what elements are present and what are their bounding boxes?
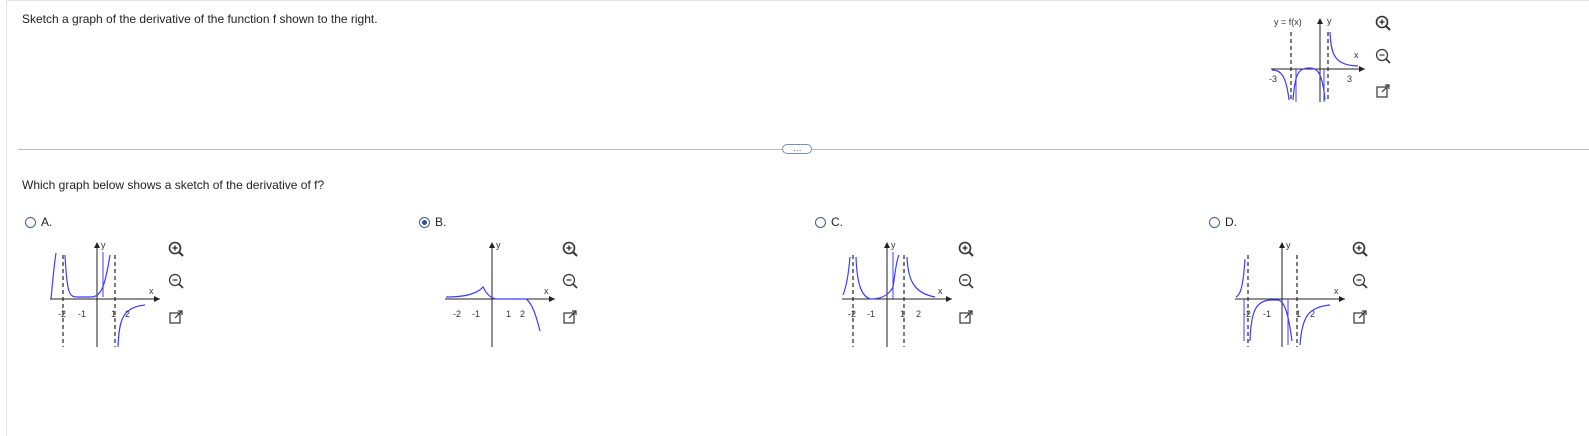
option-d-popout-icon[interactable]: [1351, 308, 1369, 326]
option-b-graph: y x -2 -1 1 2: [445, 240, 555, 347]
option-c-zoom-out-icon[interactable]: [957, 272, 975, 290]
option-a-graph: y x -2 -1 1 2: [50, 240, 160, 348]
frame-left-border: [6, 0, 7, 436]
function-graph-tick-right: 3: [1347, 74, 1352, 84]
option-b-tick-2: -1: [472, 309, 480, 319]
option-b[interactable]: B.: [419, 215, 446, 229]
question-text: Sketch a graph of the derivative of the …: [22, 12, 378, 26]
option-b-popout-icon[interactable]: [561, 308, 579, 326]
option-d-zoom-out-icon[interactable]: [1351, 272, 1369, 290]
option-c-tick-4: 2: [916, 309, 921, 319]
option-d-radio[interactable]: [1209, 216, 1220, 228]
option-a-zoom-in-icon[interactable]: [167, 240, 185, 258]
option-c[interactable]: C.: [815, 215, 843, 229]
option-b-tick-4: 2: [520, 309, 525, 319]
option-c-popout-icon[interactable]: [957, 308, 975, 326]
top-zoom-out-icon[interactable]: [1374, 47, 1392, 65]
option-b-x-label: x: [544, 286, 549, 296]
frame-top-border: [6, 0, 1589, 1]
option-d[interactable]: D.: [1209, 215, 1237, 229]
function-graph-x-label: x: [1354, 50, 1359, 60]
option-d-x-label: x: [1334, 286, 1339, 296]
option-d-graph: y x -2 -1 1 2: [1235, 240, 1345, 347]
option-d-tick-2: -1: [1263, 309, 1271, 319]
function-graph: y = f(x) y x -3 3: [1269, 16, 1365, 102]
option-d-y-label: y: [1286, 240, 1291, 250]
option-b-y-label: y: [496, 240, 501, 250]
option-b-zoom-in-icon[interactable]: [561, 240, 579, 258]
more-button[interactable]: …: [782, 144, 812, 154]
option-c-radio[interactable]: [815, 216, 826, 228]
function-graph-y-label: y: [1327, 16, 1332, 26]
option-d-zoom-in-icon[interactable]: [1351, 240, 1369, 258]
option-a-zoom-out-icon[interactable]: [167, 272, 185, 290]
option-a-popout-icon[interactable]: [167, 308, 185, 326]
top-popout-icon[interactable]: [1374, 82, 1392, 100]
option-c-label: C.: [831, 215, 843, 229]
top-zoom-in-icon[interactable]: [1374, 14, 1392, 32]
function-graph-title: y = f(x): [1274, 17, 1302, 27]
option-a-tick-2: -1: [78, 309, 86, 319]
option-c-tick-1: -2: [848, 309, 856, 319]
option-b-tick-1: -2: [453, 309, 461, 319]
option-c-zoom-in-icon[interactable]: [957, 240, 975, 258]
option-a-radio[interactable]: [25, 216, 36, 228]
option-d-label: D.: [1225, 215, 1237, 229]
option-b-label: B.: [435, 215, 447, 229]
option-c-y-label: y: [891, 240, 896, 250]
prompt-text: Which graph below shows a sketch of the …: [22, 178, 325, 192]
option-a-y-label: y: [101, 240, 106, 250]
option-a[interactable]: A.: [25, 215, 52, 229]
option-b-tick-3: 1: [506, 309, 511, 319]
option-c-graph: y x -2 -1 1 2: [842, 240, 952, 347]
option-a-x-label: x: [149, 286, 154, 296]
option-a-tick-1: -2: [58, 309, 66, 319]
option-c-tick-2: -1: [867, 309, 875, 319]
option-b-radio[interactable]: [419, 216, 430, 228]
option-c-x-label: x: [938, 286, 943, 296]
function-graph-tick-left: -3: [1269, 74, 1277, 84]
option-a-label: A.: [41, 215, 53, 229]
option-b-zoom-out-icon[interactable]: [561, 272, 579, 290]
